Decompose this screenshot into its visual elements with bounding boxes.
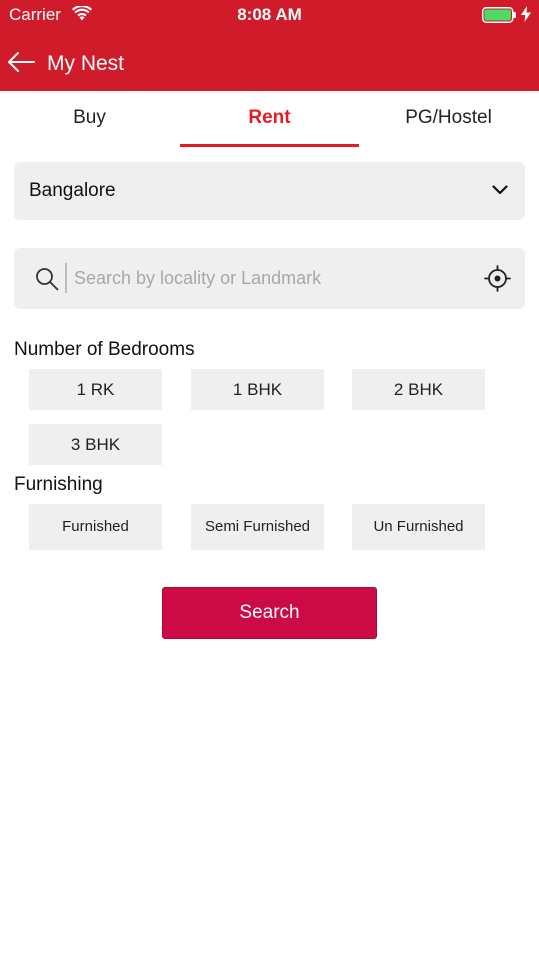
furnishing-option-un-furnished[interactable]: Un Furnished xyxy=(352,504,485,550)
furnishing-label: Furnishing xyxy=(14,474,103,495)
status-bar: Carrier 8:08 AM xyxy=(0,0,539,30)
active-tab-indicator xyxy=(180,144,359,147)
search-icon xyxy=(36,268,59,291)
city-select[interactable]: Bangalore xyxy=(14,162,525,220)
top-bar: Carrier 8:08 AM My Nest xyxy=(0,0,539,91)
tab-pg-hostel[interactable]: PG/Hostel xyxy=(359,91,538,147)
tab-rent[interactable]: Rent xyxy=(180,91,359,147)
city-value: Bangalore xyxy=(29,180,116,201)
text-cursor xyxy=(65,263,67,293)
page-title: My Nest xyxy=(47,52,125,75)
locality-search-box xyxy=(14,248,525,309)
furnishing-option-semi-furnished[interactable]: Semi Furnished xyxy=(191,504,324,550)
tab-buy[interactable]: Buy xyxy=(0,91,179,147)
status-time: 8:08 AM xyxy=(237,5,302,24)
bedroom-option-1rk[interactable]: 1 RK xyxy=(29,369,162,410)
bedroom-option-3bhk[interactable]: 3 BHK xyxy=(29,424,162,465)
bedrooms-label: Number of Bedrooms xyxy=(14,339,195,360)
bedroom-option-1bhk[interactable]: 1 BHK xyxy=(191,369,324,410)
charging-bolt-icon xyxy=(521,6,531,22)
locate-icon[interactable] xyxy=(484,265,511,292)
back-arrow-icon[interactable] xyxy=(7,51,35,73)
search-button[interactable]: Search xyxy=(162,587,377,639)
tab-bar: Buy Rent PG/Hostel xyxy=(0,91,539,147)
bedroom-option-2bhk[interactable]: 2 BHK xyxy=(352,369,485,410)
battery-icon xyxy=(482,7,516,23)
nav-bar: My Nest xyxy=(0,40,539,88)
furnishing-option-furnished[interactable]: Furnished xyxy=(29,504,162,550)
chevron-down-icon xyxy=(492,185,508,195)
search-input[interactable] xyxy=(74,262,474,294)
